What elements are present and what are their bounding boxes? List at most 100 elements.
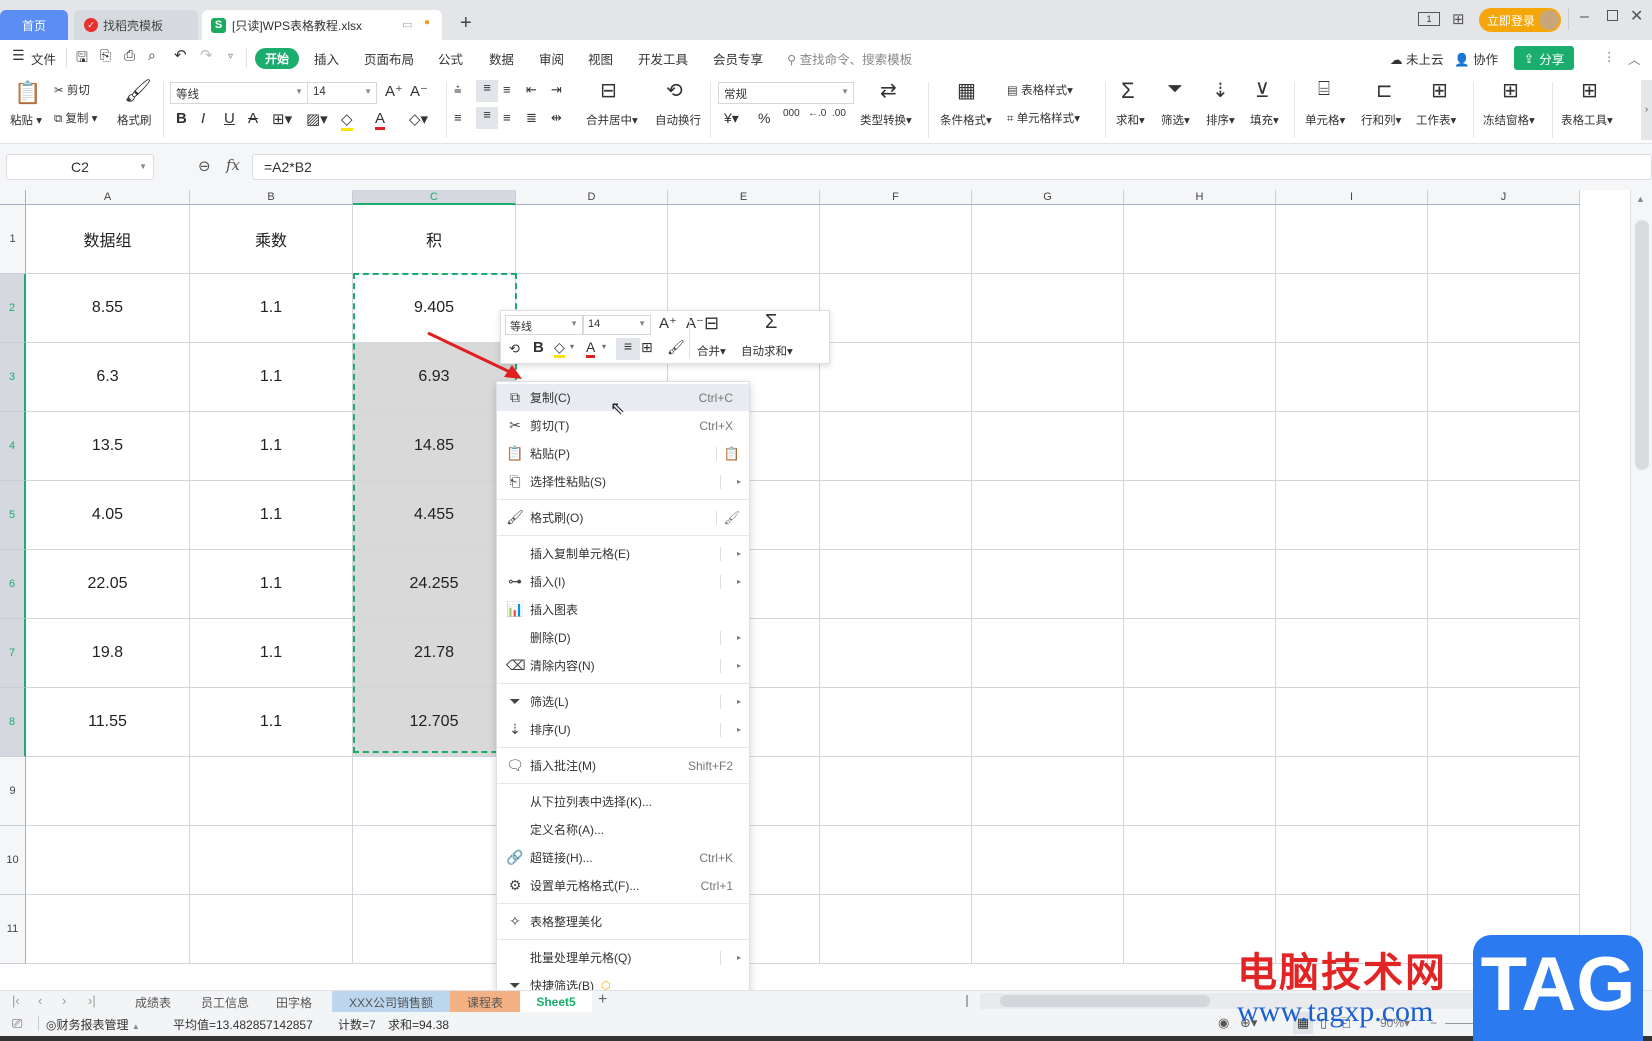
align-bottom-icon[interactable]: ≡ [503, 82, 511, 97]
filter-icon[interactable]: ⏷ [1167, 78, 1183, 101]
collab-button[interactable]: 👤 协作 [1454, 49, 1498, 68]
indent-increase-icon[interactable]: ⇥ [551, 82, 562, 98]
mini-align-center-icon[interactable]: ≡ [616, 338, 640, 360]
hamburger-icon[interactable]: ☰ [12, 47, 25, 64]
cell-b7[interactable]: 1.1 [190, 619, 353, 688]
cell-b10[interactable] [190, 826, 353, 895]
cell-c1[interactable]: 积 [353, 205, 516, 274]
menu-page-layout[interactable]: 页面布局 [364, 49, 414, 68]
row-header-8[interactable]: 8 [0, 688, 26, 757]
mini-autosum-icon[interactable]: Σ [765, 311, 777, 334]
sum-button[interactable]: 求和▾ [1116, 112, 1145, 128]
add-sheet-button[interactable]: + [598, 991, 607, 1009]
font-name-select[interactable]: 等线 ▼ [170, 82, 308, 104]
fill-button[interactable]: 填充▾ [1250, 112, 1279, 128]
filter-button[interactable]: 筛选▾ [1161, 112, 1190, 128]
italic-icon[interactable]: I [201, 110, 205, 127]
apps-grid-icon[interactable]: ⊞ [1452, 10, 1465, 28]
distribute-icon[interactable]: ⇹ [551, 110, 562, 126]
menu-view[interactable]: 视图 [588, 49, 613, 68]
clear-format-icon[interactable]: ◇▾ [409, 110, 428, 128]
vertical-scroll-thumb[interactable] [1635, 220, 1649, 470]
context-menu-item[interactable]: 📊 插入图表 [497, 596, 749, 623]
undo-icon[interactable]: ↶ [174, 46, 187, 64]
type-convert-button[interactable]: 类型转换▾ [860, 112, 912, 128]
save-icon[interactable]: 🖫 [76, 47, 88, 71]
row-header-5[interactable]: 5 [0, 481, 26, 550]
cell-b4[interactable]: 1.1 [190, 412, 353, 481]
bold-icon[interactable]: B [176, 110, 187, 127]
cell-j5[interactable] [1428, 481, 1580, 550]
mini-merge-button[interactable]: 合并▾ [697, 343, 726, 359]
cell-e1[interactable] [668, 205, 820, 274]
conditional-format-button[interactable]: 条件格式▾ [940, 112, 992, 128]
cell-j3[interactable] [1428, 343, 1580, 412]
cut-button[interactable]: ✂ 剪切 [54, 82, 90, 98]
cell-g5[interactable] [972, 481, 1124, 550]
collapse-ribbon-icon[interactable]: ︿ [1628, 49, 1641, 68]
cell-g2[interactable] [972, 274, 1124, 343]
column-header-e[interactable]: E [668, 190, 820, 205]
context-menu-item[interactable]: 删除(D) ▸ [497, 624, 749, 651]
cloud-status[interactable]: ☁ 未上云 [1390, 49, 1444, 68]
vertical-scrollbar[interactable]: ▲ [1630, 190, 1652, 990]
mini-border-icon[interactable]: ⊞ [641, 339, 653, 356]
copy-button[interactable]: ⧉ 复制 ▾ [54, 110, 97, 126]
format-painter-lock-icon[interactable]: 🖌 [723, 510, 740, 526]
cell-a4[interactable]: 13.5 [26, 412, 190, 481]
align-top-icon[interactable]: ⩮ [454, 82, 462, 98]
cell-j9[interactable] [1428, 757, 1580, 826]
cell-h1[interactable] [1124, 205, 1276, 274]
conditional-format-icon[interactable]: ▦ [957, 78, 976, 103]
row-header-4[interactable]: 4 [0, 412, 26, 481]
align-right-icon[interactable]: ≡ [503, 110, 511, 125]
cell-style-button[interactable]: ⌗ 单元格样式▾ [1007, 110, 1080, 126]
cell-f4[interactable] [820, 412, 972, 481]
cell-j2[interactable] [1428, 274, 1580, 343]
cell-a8[interactable]: 11.55 [26, 688, 190, 757]
fx-icon[interactable]: fx [226, 156, 240, 174]
cell-g9[interactable] [972, 757, 1124, 826]
cell-a10[interactable] [26, 826, 190, 895]
cell-i9[interactable] [1276, 757, 1428, 826]
share-button[interactable]: ⇪ 分享 [1514, 46, 1574, 70]
menu-member[interactable]: 会员专享 [713, 49, 763, 68]
menu-formula[interactable]: 公式 [438, 49, 463, 68]
merge-center-button[interactable]: 合并居中▾ [586, 112, 638, 128]
cell-j7[interactable] [1428, 619, 1580, 688]
ribbon-scroll-right-icon[interactable]: › [1641, 80, 1652, 140]
sort-icon[interactable]: ⇣ [1212, 78, 1229, 103]
cell-c10[interactable] [353, 826, 516, 895]
cell-g1[interactable] [972, 205, 1124, 274]
sheet-tab[interactable]: Sheet5 [520, 991, 592, 1013]
paste-values-icon[interactable]: 📋 [724, 446, 740, 462]
strikethrough-icon[interactable]: A [248, 110, 258, 127]
cell-j4[interactable] [1428, 412, 1580, 481]
justify-icon[interactable]: ≣ [526, 110, 537, 126]
minimize-icon[interactable]: – [1580, 8, 1589, 26]
cell-i6[interactable] [1276, 550, 1428, 619]
cell-i2[interactable] [1276, 274, 1428, 343]
chevron-down-icon[interactable]: ▾ [602, 342, 606, 351]
merge-center-icon[interactable]: ⊟ [600, 78, 617, 103]
zoom-out-icon[interactable]: ⊖ [198, 157, 211, 175]
context-menu-item[interactable]: ⏷ 筛选(L) ▸ [497, 688, 749, 715]
context-menu-item[interactable]: 🔗 超链接(H)... Ctrl+K [497, 844, 749, 871]
accessibility-icon[interactable]: ⎚ [12, 1016, 22, 1032]
align-center-icon[interactable]: ≡ [476, 107, 498, 129]
cell-f2[interactable] [820, 274, 972, 343]
cell-c11[interactable] [353, 895, 516, 964]
row-col-button[interactable]: 行和列▾ [1361, 112, 1401, 128]
cell-a11[interactable] [26, 895, 190, 964]
formula-input[interactable]: =A2*B2 [252, 154, 1652, 180]
cell-a1[interactable]: 数据组 [26, 205, 190, 274]
cell-b8[interactable]: 1.1 [190, 688, 353, 757]
increase-font-icon[interactable]: A⁺ [385, 82, 403, 100]
mini-bold-icon[interactable]: B [533, 339, 544, 356]
menu-developer[interactable]: 开发工具 [638, 49, 688, 68]
cell-c6[interactable]: 24.255 [353, 550, 516, 619]
cell-f10[interactable] [820, 826, 972, 895]
sheet-tab[interactable]: 员工信息 [188, 991, 262, 1013]
prev-sheet-icon[interactable]: ‹ [38, 993, 42, 1008]
mini-font-color-icon[interactable]: A [586, 339, 596, 358]
